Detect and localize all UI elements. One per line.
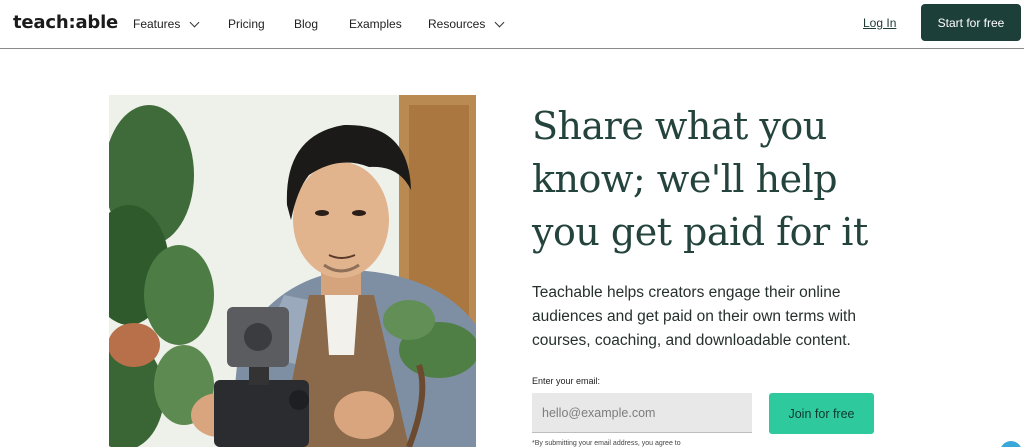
nav-features-label: Features	[133, 17, 181, 31]
nav-examples[interactable]: Examples	[349, 17, 402, 31]
nav-features[interactable]: Features	[133, 17, 200, 31]
teachable-logo[interactable]: teach:able	[13, 12, 118, 33]
site-header: teach:able Features Pricing Blog Example…	[0, 0, 1024, 49]
chevron-down-icon	[189, 17, 200, 27]
join-for-free-button[interactable]: Join for free	[769, 393, 874, 434]
headline-line-2: know; we'll help	[532, 157, 838, 201]
nav-pricing-label: Pricing	[228, 17, 265, 31]
login-link[interactable]: Log In	[863, 16, 896, 30]
email-label: Enter your email:	[532, 376, 601, 386]
hero-headline: Share what you know; we'll help you get …	[532, 100, 932, 259]
start-for-free-button[interactable]: Start for free	[921, 4, 1021, 41]
email-input[interactable]	[532, 393, 752, 433]
nav-pricing[interactable]: Pricing	[228, 17, 265, 31]
nav-resources[interactable]: Resources	[428, 17, 505, 31]
nav-resources-label: Resources	[428, 17, 486, 31]
email-disclaimer: *By submitting your email address, you a…	[532, 440, 681, 447]
nav-examples-label: Examples	[349, 17, 402, 31]
hero-photo	[109, 95, 476, 447]
hero-subtext: Teachable helps creators engage their on…	[532, 284, 856, 349]
chevron-down-icon	[494, 17, 505, 27]
help-chat-icon[interactable]	[1000, 441, 1022, 447]
creator-filming-plants-illustration	[109, 95, 476, 447]
nav-blog-label: Blog	[294, 17, 319, 31]
headline-line-1: Share what you	[532, 104, 827, 148]
nav-blog[interactable]: Blog	[294, 17, 318, 31]
headline-line-3: you get paid for it	[532, 210, 868, 254]
